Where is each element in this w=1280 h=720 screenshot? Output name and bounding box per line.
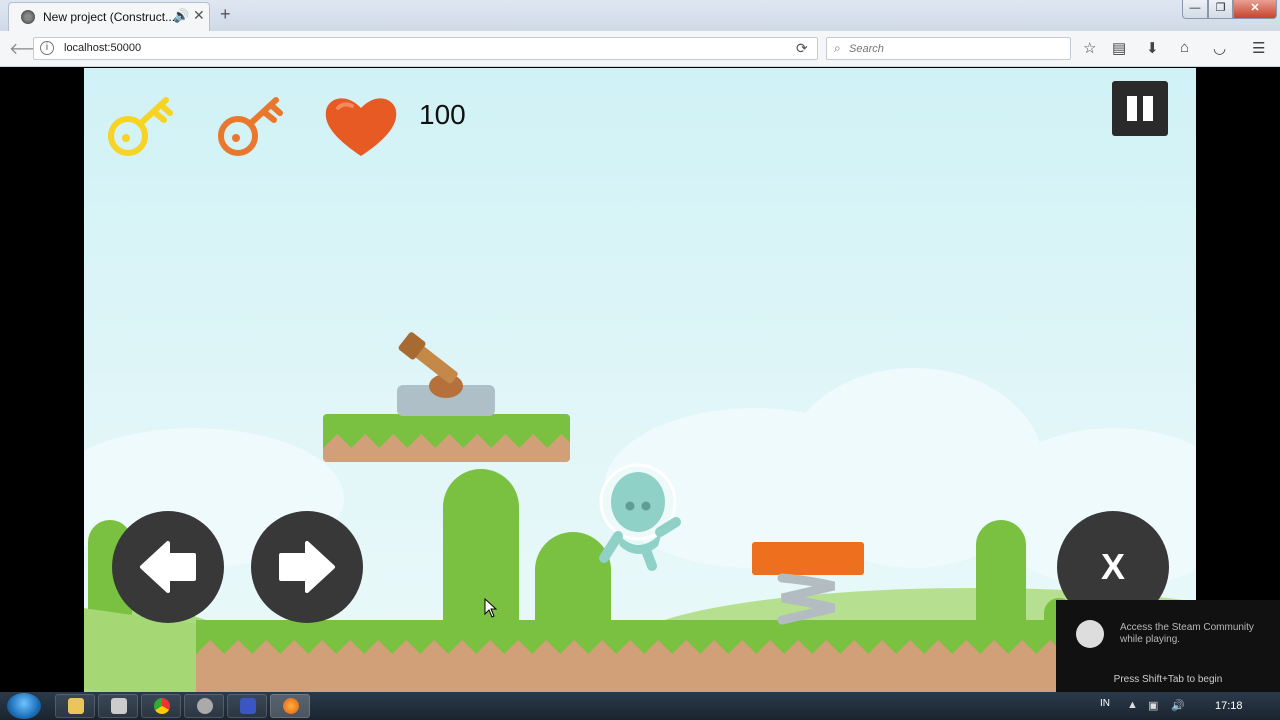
move-left-button[interactable]: [112, 511, 224, 623]
search-box[interactable]: ⌕: [826, 37, 1071, 60]
reading-list-icon[interactable]: ▤: [1112, 39, 1126, 57]
taskbar-app-firefox[interactable]: [270, 694, 310, 718]
green-pillar: [443, 469, 519, 639]
spring-icon: [752, 542, 864, 625]
game-canvas[interactable]: 100 X: [84, 68, 1196, 692]
steam-message: Access the Steam Community while playing…: [1120, 622, 1254, 645]
start-button[interactable]: [7, 693, 41, 719]
gear-icon: [197, 698, 213, 714]
info-icon[interactable]: i: [40, 41, 54, 55]
speaker-icon[interactable]: 🔊: [173, 8, 189, 24]
window-close-button[interactable]: ✕: [1233, 0, 1277, 19]
tab-title: New project (Construct...: [43, 10, 176, 24]
arrow-right-icon: [279, 541, 335, 593]
window-minimize-button[interactable]: —: [1182, 0, 1208, 19]
power-icon[interactable]: ▣: [1148, 699, 1158, 712]
taskbar-app-chrome[interactable]: [141, 694, 181, 718]
language-indicator[interactable]: IN: [1100, 698, 1110, 709]
move-right-button[interactable]: [251, 511, 363, 623]
mouse-cursor-icon: [484, 598, 498, 618]
new-tab-button[interactable]: +: [220, 4, 231, 25]
search-icon: ⌕: [834, 41, 841, 55]
ground: [196, 640, 1196, 692]
floating-platform: [323, 434, 570, 462]
taskbar-app-settings[interactable]: [184, 694, 224, 718]
bookmark-star-icon[interactable]: ☆: [1083, 39, 1096, 57]
url-bar[interactable]: i localhost:50000 ⟳: [33, 37, 818, 60]
browser-nav-bar: 🡐 i localhost:50000 ⟳ ⌕ ☆ ▤ ⬇ ⌂ ◡ ☰: [0, 31, 1280, 67]
taskbar-app-explorer[interactable]: [55, 694, 95, 718]
key-icon: [108, 97, 173, 156]
health-value: 100: [419, 99, 466, 130]
windows-taskbar: IN ▲ ▣ 🔊 17:18: [0, 692, 1280, 720]
construct-favicon-icon: [21, 10, 35, 24]
steam-overlay-notification: Access the Steam Community while playing…: [1056, 600, 1280, 692]
pocket-icon[interactable]: ◡: [1213, 39, 1226, 57]
reload-icon[interactable]: ⟳: [796, 40, 808, 57]
tab-close-icon[interactable]: ✕: [193, 7, 205, 24]
url-text: localhost:50000: [64, 42, 142, 54]
download-icon[interactable]: ⬇: [1146, 39, 1159, 57]
folder-icon: [68, 698, 84, 714]
heart-icon: [325, 98, 397, 156]
volume-icon[interactable]: 🔊: [1171, 699, 1185, 712]
clapper-icon: [111, 698, 127, 714]
pause-icon: [1127, 96, 1137, 121]
arrow-left-icon: [140, 541, 196, 593]
browser-title-bar: New project (Construct... 🔊 ✕ + — ❐ ✕: [0, 0, 1280, 31]
menu-icon[interactable]: ☰: [1252, 39, 1265, 57]
platform-grass: [323, 414, 570, 434]
taskbar-app-construct[interactable]: [227, 694, 267, 718]
alien-player-character: [599, 463, 681, 571]
key-icon: [218, 97, 283, 156]
steam-hint: Press Shift+Tab to begin: [1113, 674, 1223, 685]
construct-icon: [240, 698, 256, 714]
taskbar-app-media[interactable]: [98, 694, 138, 718]
pause-button[interactable]: [1112, 81, 1168, 136]
search-input[interactable]: [849, 41, 1059, 57]
pause-icon: [1143, 96, 1153, 121]
chrome-icon: [154, 698, 170, 714]
browser-tab[interactable]: New project (Construct... 🔊 ✕: [8, 2, 210, 31]
ground-grass: [196, 620, 1196, 640]
tray-expand-icon[interactable]: ▲: [1127, 699, 1138, 711]
clock[interactable]: 17:18: [1215, 700, 1243, 712]
steam-logo-icon: [1076, 620, 1104, 648]
cannon-icon: [397, 332, 495, 416]
firefox-icon: [283, 698, 299, 714]
window-maximize-button[interactable]: ❐: [1208, 0, 1233, 19]
home-icon[interactable]: ⌂: [1180, 39, 1189, 56]
